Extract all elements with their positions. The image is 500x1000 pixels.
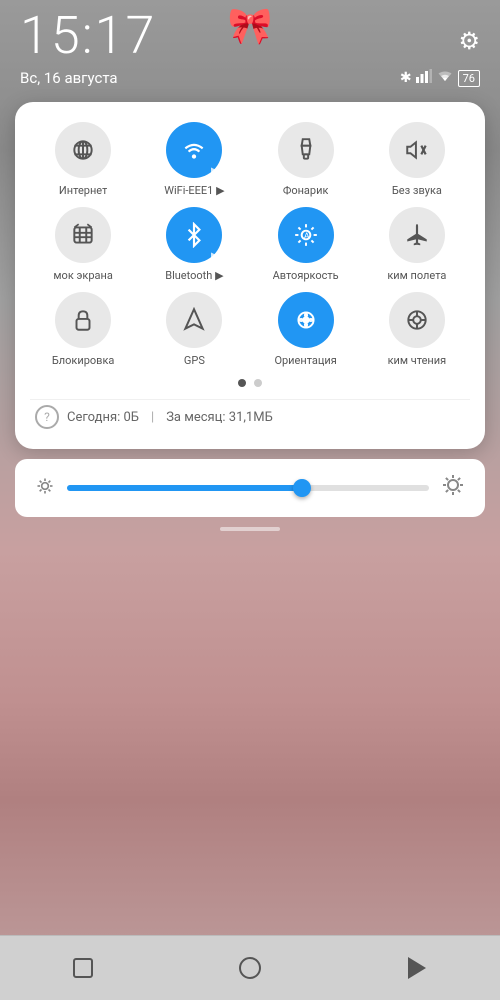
data-usage-icon: ? <box>35 405 59 429</box>
nav-back-icon <box>408 957 426 979</box>
data-today: Сегодня: 0Б <box>67 410 139 425</box>
qs-item-sound[interactable]: Без звука <box>364 122 470 197</box>
brightness-slider[interactable] <box>67 485 429 491</box>
data-separator: | <box>151 410 154 425</box>
nav-recents-button[interactable] <box>63 948 103 988</box>
page-dots <box>30 379 470 387</box>
qs-circle-autobrightness[interactable]: A <box>278 207 334 263</box>
qs-item-reading[interactable]: ким чтения <box>364 292 470 367</box>
wifi-status-icon <box>436 69 454 87</box>
quick-settings-panel: Интернет WiFi-EEE1 ▶ <box>15 102 485 449</box>
qs-label-gps: GPS <box>184 354 205 367</box>
drag-handle <box>0 527 500 531</box>
qs-circle-orientation[interactable] <box>278 292 334 348</box>
qs-label-autobrightness: Автояркость <box>273 269 339 282</box>
brightness-thumb[interactable] <box>293 479 311 497</box>
qs-item-internet[interactable]: Интернет <box>30 122 136 197</box>
status-icons: ✱ 76 <box>400 69 480 87</box>
settings-icon[interactable]: ⚙ <box>458 27 480 55</box>
brightness-high-icon <box>441 473 465 503</box>
nav-home-icon <box>239 957 261 979</box>
qs-label-flashlight: Фонарик <box>283 184 329 197</box>
qs-circle-sound[interactable] <box>389 122 445 178</box>
qs-item-bluetooth[interactable]: Bluetooth ▶ <box>141 207 247 282</box>
qs-circle-screenshot[interactable] <box>55 207 111 263</box>
date-text: Вс, 16 августа <box>20 69 118 87</box>
qs-label-bluetooth: Bluetooth ▶ <box>165 269 223 282</box>
date-bar: Вс, 16 августа ✱ 76 <box>0 67 500 97</box>
signal-icon <box>416 69 432 87</box>
dot-1[interactable] <box>238 379 246 387</box>
qs-label-sound: Без звука <box>392 184 442 197</box>
qs-item-airplane[interactable]: ким полета <box>364 207 470 282</box>
qs-circle-gps[interactable] <box>166 292 222 348</box>
qs-circle-bluetooth[interactable] <box>166 207 222 263</box>
qs-label-screenshot: мок экрана <box>53 269 112 282</box>
qs-label-orientation: Ориентация <box>274 354 336 367</box>
nav-home-button[interactable] <box>230 948 270 988</box>
dot-2[interactable] <box>254 379 262 387</box>
qs-circle-wifi[interactable] <box>166 122 222 178</box>
qs-label-reading: ким чтения <box>388 354 447 367</box>
qs-item-gps[interactable]: GPS <box>141 292 247 367</box>
qs-item-lock[interactable]: Блокировка <box>30 292 136 367</box>
qs-item-screenshot[interactable]: мок экрана <box>30 207 136 282</box>
clock: 15:17 <box>20 10 156 62</box>
nav-square-icon <box>73 958 93 978</box>
qs-circle-lock[interactable] <box>55 292 111 348</box>
nav-back-button[interactable] <box>397 948 437 988</box>
quick-settings-grid: Интернет WiFi-EEE1 ▶ <box>30 122 470 367</box>
brightness-low-icon <box>35 476 55 501</box>
qs-circle-airplane[interactable] <box>389 207 445 263</box>
qs-circle-reading[interactable] <box>389 292 445 348</box>
qs-circle-internet[interactable] <box>55 122 111 178</box>
qs-item-orientation[interactable]: Ориентация <box>253 292 359 367</box>
ribbon-decoration: 🎀 <box>228 5 273 47</box>
data-month: За месяц: 31,1МБ <box>166 410 273 425</box>
qs-label-internet: Интернет <box>59 184 107 197</box>
bottom-nav <box>0 935 500 1000</box>
qs-item-flashlight[interactable]: Фонарик <box>253 122 359 197</box>
data-usage: ? Сегодня: 0Б | За месяц: 31,1МБ <box>30 399 470 434</box>
bluetooth-status-icon: ✱ <box>400 70 412 86</box>
qs-label-wifi: WiFi-EEE1 ▶ <box>164 184 224 197</box>
brightness-fill <box>67 485 302 491</box>
handle-bar <box>220 527 280 531</box>
qs-item-wifi[interactable]: WiFi-EEE1 ▶ <box>141 122 247 197</box>
qs-label-lock: Блокировка <box>52 354 115 367</box>
qs-item-autobrightness[interactable]: A Автояркость <box>253 207 359 282</box>
qs-label-airplane: ким полета <box>387 269 446 282</box>
qs-circle-flashlight[interactable] <box>278 122 334 178</box>
brightness-bar <box>15 459 485 517</box>
svg-text:A: A <box>303 231 309 241</box>
battery-icon: 76 <box>458 70 480 87</box>
